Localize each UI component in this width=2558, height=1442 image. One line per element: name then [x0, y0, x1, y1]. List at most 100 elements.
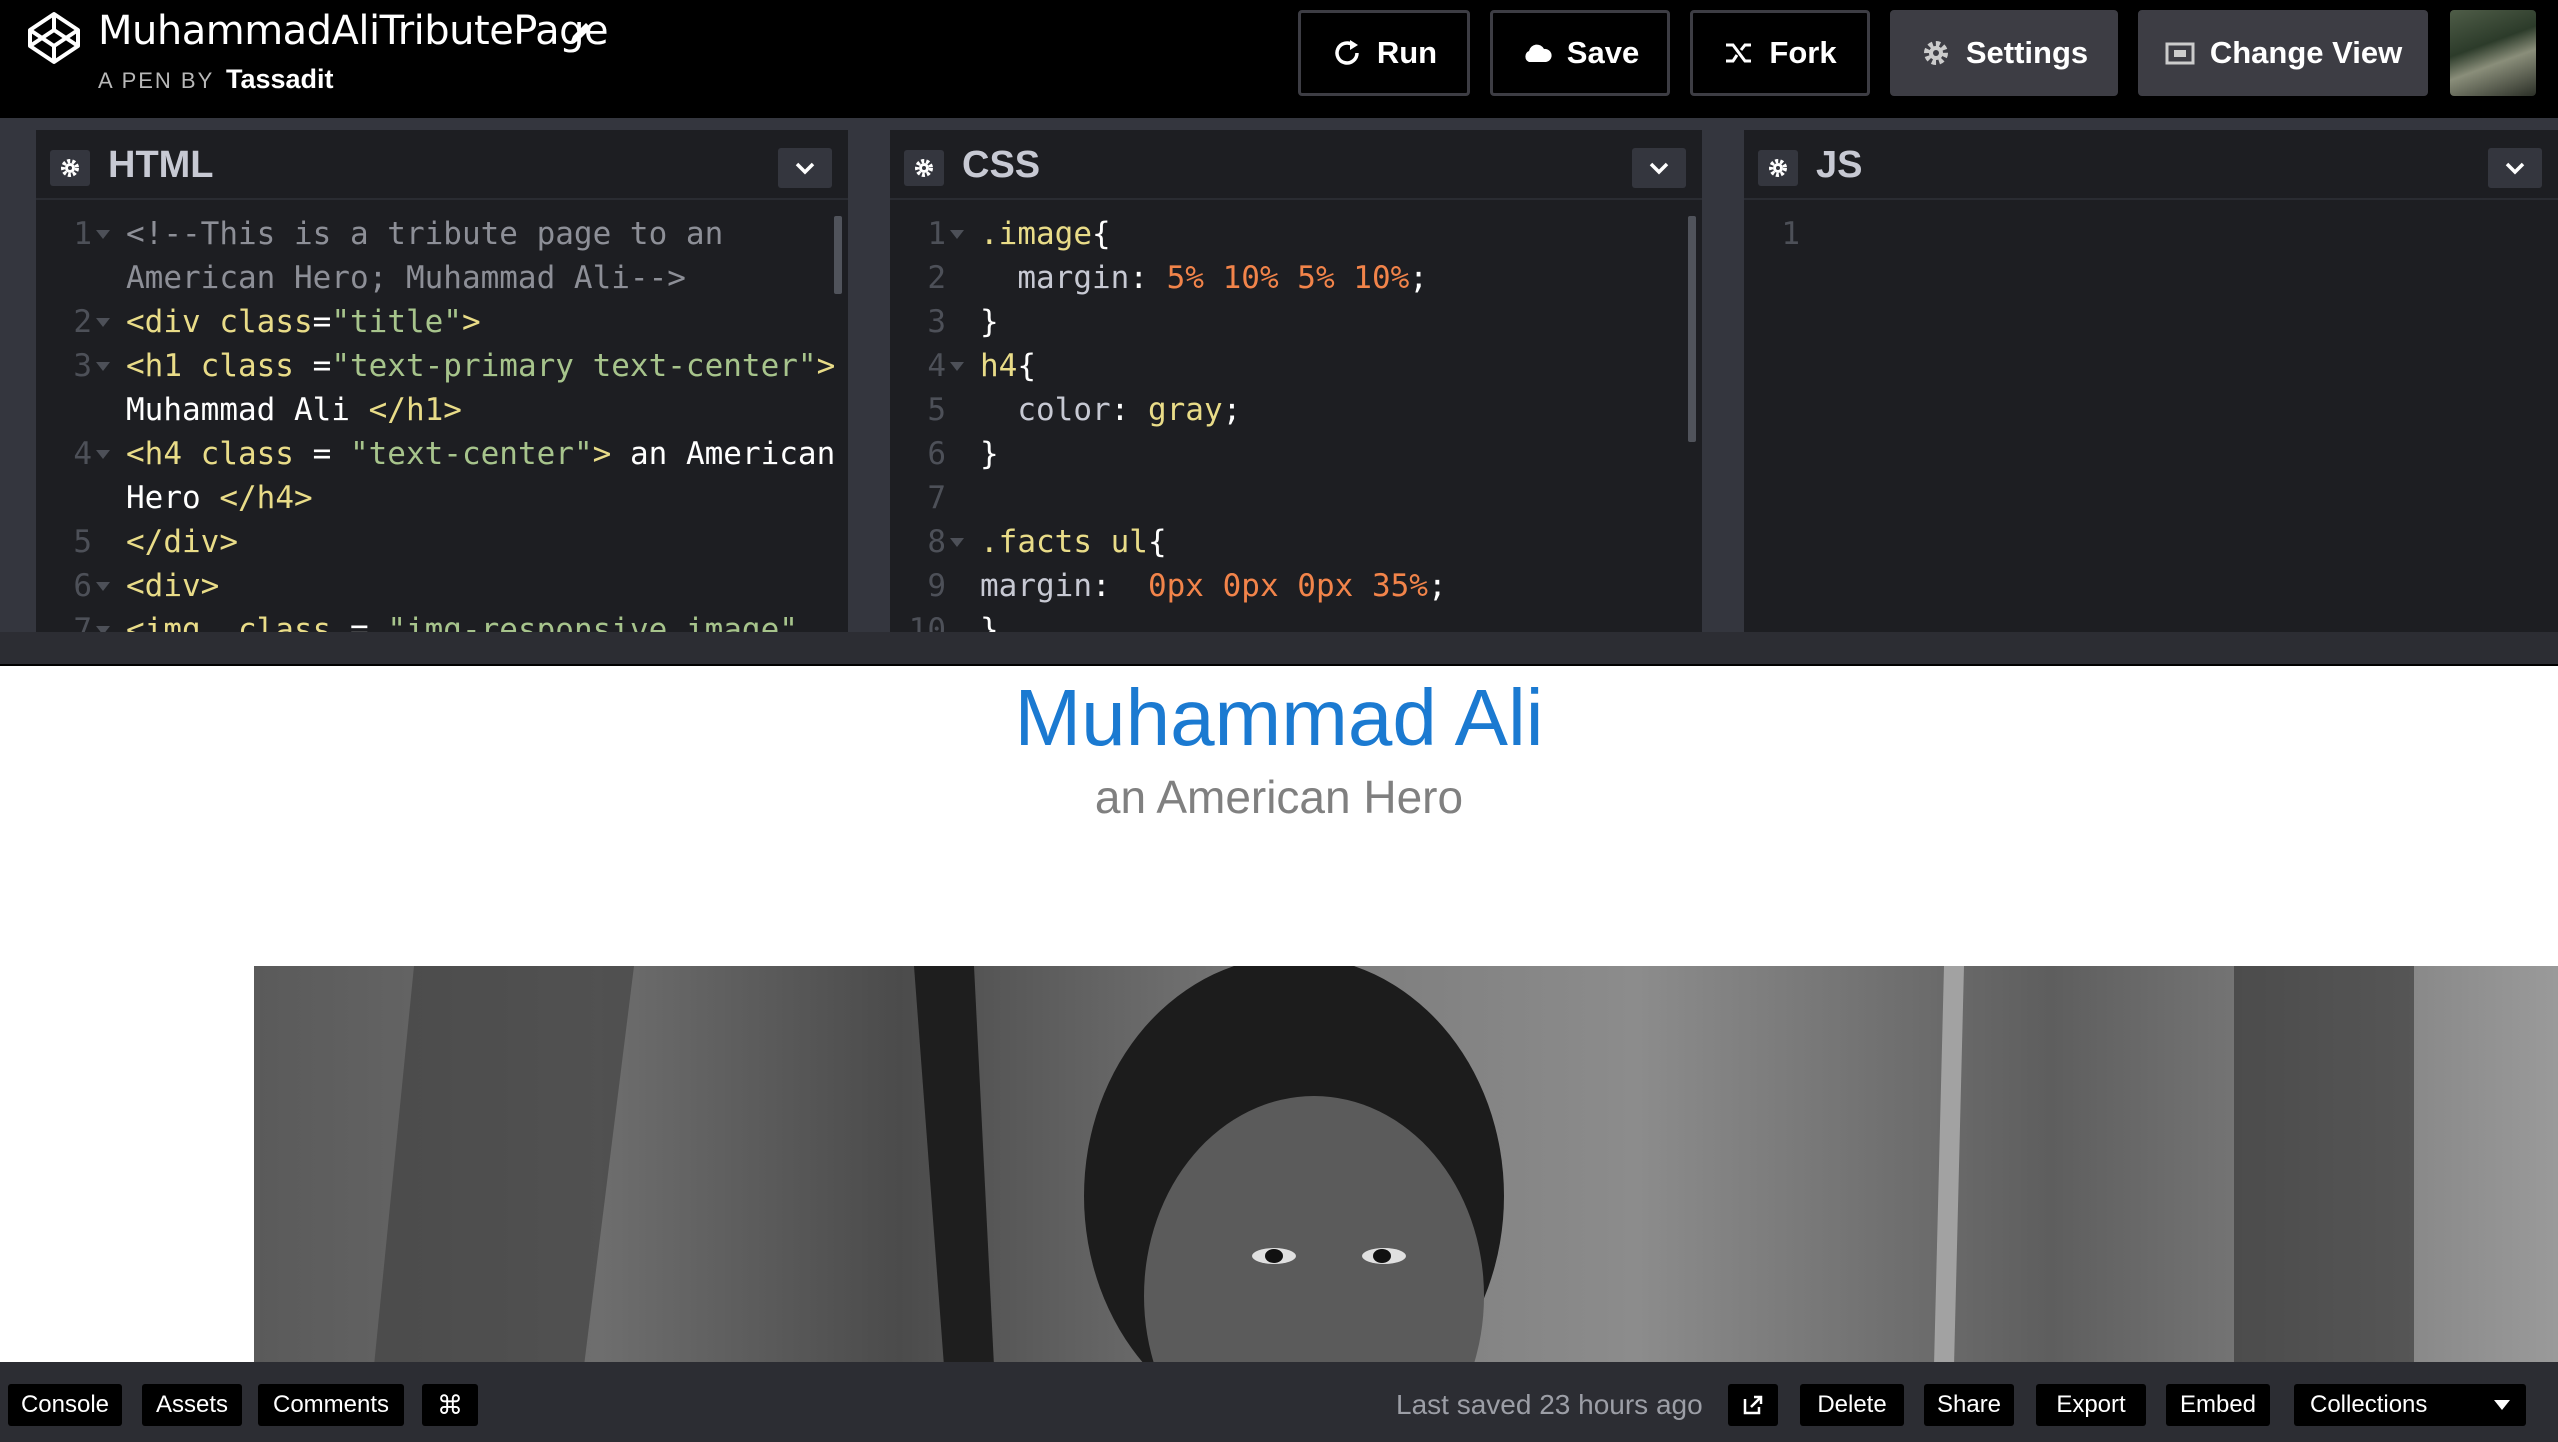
comments-button[interactable]: Comments: [258, 1384, 404, 1426]
code-line[interactable]: 2 <div class="title">: [36, 300, 848, 344]
code-line[interactable]: 1: [1744, 212, 2558, 256]
code-line[interactable]: 1 <!--This is a tribute page to an: [36, 212, 848, 256]
pencil-edit-icon[interactable]: [566, 18, 596, 48]
run-button-label: Run: [1376, 35, 1438, 70]
fold-arrow-icon[interactable]: [950, 538, 964, 547]
run-button[interactable]: Run: [1298, 10, 1470, 96]
code-line[interactable]: 6}: [890, 432, 1702, 476]
code-line[interactable]: 7 <img class = "img-responsive image": [36, 608, 848, 632]
html-settings-gear-icon[interactable]: [50, 150, 90, 186]
code-text: <div class="title">: [126, 304, 481, 340]
collections-dropdown[interactable]: Collections: [2294, 1384, 2526, 1426]
byline-prefix: A PEN BY: [98, 68, 214, 93]
settings-button-label: Settings: [1965, 35, 2089, 70]
html-code-editor[interactable]: 1 <!--This is a tribute page to an America…: [36, 212, 848, 632]
bottom-toolbar: Console Assets Comments ⌘ Last saved 23 …: [0, 1362, 2558, 1442]
share-button[interactable]: Share: [1924, 1384, 2014, 1426]
keyboard-shortcuts-button[interactable]: ⌘: [422, 1384, 478, 1426]
fold-arrow-icon[interactable]: [96, 582, 110, 591]
settings-button[interactable]: Settings: [1890, 10, 2118, 96]
fork-button-label: Fork: [1769, 35, 1837, 70]
line-number: 2: [927, 260, 946, 296]
js-pane-chevron-down-icon[interactable]: [2488, 148, 2542, 188]
line-number: 7: [927, 480, 946, 516]
pen-title[interactable]: MuhammadAliTributePage: [98, 8, 609, 54]
user-avatar[interactable]: [2450, 10, 2536, 96]
embed-button[interactable]: Embed: [2166, 1384, 2270, 1426]
fold-arrow-icon[interactable]: [950, 362, 964, 371]
code-line[interactable]: Muhammad Ali </h1>: [36, 388, 848, 432]
preview-title: Muhammad Ali: [1014, 673, 1544, 762]
gear-icon: [1923, 41, 1948, 65]
fold-arrow-icon[interactable]: [96, 318, 110, 327]
line-number: 4: [927, 348, 946, 384]
code-line[interactable]: 3}: [890, 300, 1702, 344]
js-settings-gear-icon[interactable]: [1758, 150, 1798, 186]
line-number: 6: [927, 436, 946, 472]
code-text: Hero </h4>: [126, 480, 313, 516]
css-pane-chevron-down-icon[interactable]: [1632, 148, 1686, 188]
code-line[interactable]: 2 margin: 5% 10% 5% 10%;: [890, 256, 1702, 300]
code-text: color: gray;: [980, 392, 1242, 428]
code-line[interactable]: Hero </h4>: [36, 476, 848, 520]
code-text: </div>: [126, 524, 238, 560]
code-line[interactable]: 7: [890, 476, 1702, 520]
delete-button[interactable]: Delete: [1800, 1384, 1904, 1426]
js-code-editor[interactable]: 1: [1744, 212, 2558, 632]
author-link[interactable]: Tassadit: [226, 64, 334, 94]
code-line[interactable]: 9 margin: 0px 0px 0px 35%;: [890, 564, 1702, 608]
cloud-icon: [1525, 44, 1552, 62]
console-button[interactable]: Console: [8, 1384, 122, 1426]
css-editor-scrollbar[interactable]: [1688, 216, 1696, 442]
html-pane-header: HTML: [36, 130, 848, 200]
code-line[interactable]: 4 <h4 class = "text-center"> an American: [36, 432, 848, 476]
code-text: <h4 class = "text-center"> an American: [126, 436, 836, 472]
line-number: 6: [73, 568, 92, 604]
fork-button[interactable]: Fork: [1690, 10, 1870, 96]
pen-byline: A PEN BY Tassadit: [98, 64, 334, 95]
code-line[interactable]: 3 <h1 class ="text-primary text-center">: [36, 344, 848, 388]
fold-arrow-icon[interactable]: [96, 230, 110, 239]
line-number: 5: [927, 392, 946, 428]
code-text: <img class = "img-responsive image": [126, 612, 798, 632]
open-external-button[interactable]: [1728, 1384, 1778, 1426]
line-number: 7: [73, 612, 92, 632]
code-text: .facts ul{: [980, 524, 1167, 560]
code-line[interactable]: 6 <div>: [36, 564, 848, 608]
css-pane-title: CSS: [962, 144, 1041, 186]
code-line[interactable]: 5 color: gray;: [890, 388, 1702, 432]
change-view-button[interactable]: Change View: [2138, 10, 2428, 96]
html-pane-chevron-down-icon[interactable]: [778, 148, 832, 188]
codepen-logo-icon[interactable]: [26, 10, 82, 66]
save-button[interactable]: Save: [1490, 10, 1670, 96]
tribute-photo-shapes: [374, 966, 2414, 1362]
line-number: 1: [1781, 216, 1800, 252]
editor-preview-resize-handle[interactable]: [0, 632, 2558, 666]
code-text: Muhammad Ali </h1>: [126, 392, 462, 428]
assets-button[interactable]: Assets: [142, 1384, 242, 1426]
code-line[interactable]: 1 .image{: [890, 212, 1702, 256]
code-line[interactable]: American Hero; Muhammad Ali-->: [36, 256, 848, 300]
save-button-label: Save: [1566, 35, 1640, 70]
code-text: American Hero; Muhammad Ali-->: [126, 260, 686, 296]
fold-arrow-icon[interactable]: [950, 230, 964, 239]
fold-arrow-icon[interactable]: [96, 450, 110, 459]
css-settings-gear-icon[interactable]: [904, 150, 944, 186]
fold-arrow-icon[interactable]: [96, 362, 110, 371]
editors-area: HTML 1 <!--This is a tribute page to an Am…: [0, 118, 2558, 632]
preview-subtitle: an American Hero: [1094, 771, 1464, 823]
code-line[interactable]: 8 .facts ul{: [890, 520, 1702, 564]
fork-icon: [1726, 43, 1752, 63]
code-text: <!--This is a tribute page to an: [126, 216, 724, 252]
js-pane-header: JS: [1744, 130, 2558, 200]
code-line[interactable]: 4 h4{: [890, 344, 1702, 388]
code-text: h4{: [980, 348, 1036, 384]
html-editor-scrollbar[interactable]: [834, 216, 842, 294]
code-line[interactable]: 5 </div>: [36, 520, 848, 564]
last-saved-status: Last saved 23 hours ago: [1396, 1389, 1703, 1420]
collections-label: Collections: [2310, 1391, 2428, 1418]
code-line[interactable]: 10}: [890, 608, 1702, 632]
run-refresh-icon: [1335, 40, 1359, 65]
css-code-editor[interactable]: 1 .image{2 margin: 5% 10% 5% 10%; 3} 4 h4{ 5 …: [890, 212, 1702, 632]
export-button[interactable]: Export: [2036, 1384, 2146, 1426]
